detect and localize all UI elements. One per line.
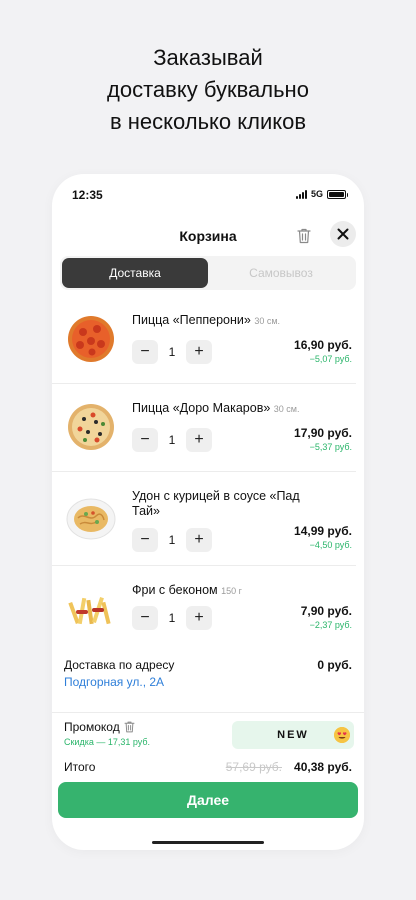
quantity-value: 1: [168, 433, 176, 447]
delivery-price: 0 руб.: [317, 658, 352, 672]
item-price-block: 14,99 руб. −4,50 руб.: [294, 524, 352, 550]
close-icon: [337, 228, 349, 240]
cart-item: Пицца «Пепперони» 30 см. − 1 + 16,90 руб…: [52, 296, 356, 384]
quantity-value: 1: [168, 611, 176, 625]
trash-icon: [297, 228, 311, 244]
promo-code-value: NEW: [277, 729, 309, 741]
item-name: Фри с беконом: [132, 583, 218, 597]
promo-headline: Заказывай доставку буквально в несколько…: [0, 42, 416, 138]
signal-icon: [295, 189, 307, 199]
item-discount: −2,37 руб.: [309, 620, 352, 630]
item-price-block: 17,90 руб. −5,37 руб.: [294, 426, 352, 452]
increase-button[interactable]: +: [186, 528, 212, 552]
item-price: 17,90 руб.: [294, 426, 352, 440]
item-price-block: 16,90 руб. −5,07 руб.: [294, 338, 352, 364]
clear-cart-button[interactable]: [294, 226, 314, 246]
divider: [52, 712, 364, 713]
item-price: 16,90 руб.: [294, 338, 352, 352]
delivery-label: Доставка по адресу: [64, 658, 175, 672]
headline-line-1: Заказывай: [153, 45, 263, 70]
item-title: Фри с беконом 150 г: [132, 583, 308, 599]
total-old-price: 57,69 руб.: [225, 760, 282, 774]
tab-pickup[interactable]: Самовывоз: [208, 258, 354, 288]
decrease-button[interactable]: −: [132, 428, 158, 452]
quantity-stepper: − 1 +: [132, 428, 212, 452]
doro-pizza-image: [68, 404, 114, 450]
quantity-stepper: − 1 +: [132, 340, 212, 364]
fries-image: [68, 597, 111, 625]
item-price-block: 7,90 руб. −2,37 руб.: [301, 604, 352, 630]
total-row: Итого 57,69 руб. 40,38 руб.: [64, 760, 352, 778]
next-button[interactable]: Далее: [58, 782, 358, 818]
udon-image: [66, 498, 116, 540]
status-icons: 5G: [295, 189, 348, 199]
item-weight: 150 г: [221, 586, 242, 596]
phone-frame: 12:35 5G Корзина Доставка Самовывоз Пицц…: [52, 174, 364, 850]
total-new-price: 40,38 руб.: [294, 760, 352, 774]
promo-code-field[interactable]: NEW: [232, 721, 354, 749]
heart-eyes-emoji-icon: [334, 727, 350, 743]
cart-header: Корзина: [52, 220, 364, 252]
promo-section: Промокод Скидка — 17,31 руб. NEW: [64, 720, 354, 752]
delivery-section: Доставка по адресу Подгорная ул., 2А 0 р…: [64, 658, 352, 704]
item-discount: −4,50 руб.: [309, 540, 352, 550]
quantity-stepper: − 1 +: [132, 528, 212, 552]
item-price: 7,90 руб.: [300, 604, 352, 618]
decrease-button[interactable]: −: [132, 340, 158, 364]
pepperoni-pizza-image: [68, 316, 114, 362]
item-title: Пицца «Доро Макаров» 30 см.: [132, 401, 308, 417]
cart-item: Удон с курицей в соусе «Пад Тай» − 1 + 1…: [52, 472, 356, 566]
cart-items: Пицца «Пепперони» 30 см. − 1 + 16,90 руб…: [52, 296, 364, 654]
item-discount: −5,37 руб.: [309, 442, 352, 452]
headline-line-3: в несколько кликов: [109, 109, 307, 134]
quantity-value: 1: [168, 533, 176, 547]
item-price: 14,99 руб.: [294, 524, 352, 538]
home-indicator: [152, 841, 264, 844]
item-weight: 30 см.: [273, 404, 300, 414]
promo-label: Промокод: [64, 720, 120, 734]
cart-item: Пицца «Доро Макаров» 30 см. − 1 + 17,90 …: [52, 384, 356, 472]
status-bar: 12:35 5G: [52, 174, 364, 214]
increase-button[interactable]: +: [186, 606, 212, 630]
item-discount: −5,07 руб.: [309, 354, 352, 364]
headline-line-2: доставку буквально: [107, 77, 309, 102]
total-label: Итого: [64, 760, 96, 774]
remove-promo-icon[interactable]: [124, 721, 135, 733]
increase-button[interactable]: +: [186, 340, 212, 364]
network-label: 5G: [310, 189, 323, 199]
item-name: Удон с курицей в соусе «Пад Тай»: [132, 489, 300, 518]
status-time: 12:35: [72, 188, 103, 202]
delivery-mode-tabs: Доставка Самовывоз: [60, 256, 356, 290]
item-weight: 30 см.: [254, 316, 281, 326]
decrease-button[interactable]: −: [132, 606, 158, 630]
quantity-stepper: − 1 +: [132, 606, 212, 630]
battery-icon: [327, 189, 348, 199]
tab-delivery[interactable]: Доставка: [62, 258, 208, 288]
item-name: Пицца «Доро Макаров»: [132, 401, 271, 415]
decrease-button[interactable]: −: [132, 528, 158, 552]
increase-button[interactable]: +: [186, 428, 212, 452]
delivery-address-link[interactable]: Подгорная ул., 2А: [64, 675, 352, 689]
cart-item: Фри с беконом 150 г − 1 + 7,90 руб. −2,3…: [52, 566, 356, 654]
page-title: Корзина: [179, 228, 237, 244]
close-button[interactable]: [330, 221, 356, 247]
item-title: Удон с курицей в соусе «Пад Тай»: [132, 489, 308, 520]
item-name: Пицца «Пепперони»: [132, 313, 251, 327]
quantity-value: 1: [168, 345, 176, 359]
item-title: Пицца «Пепперони» 30 см.: [132, 313, 308, 329]
